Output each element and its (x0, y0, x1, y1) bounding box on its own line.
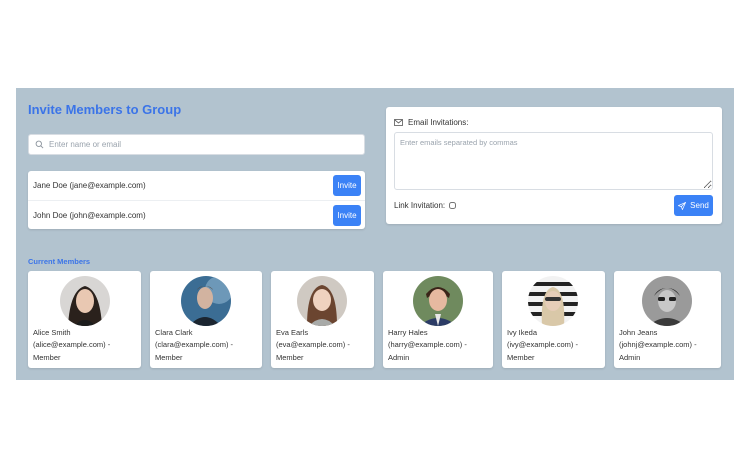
member-card: Eva Earls (eva@example.com) - Member (271, 271, 374, 368)
member-name: Clara Clark (155, 328, 193, 337)
current-members-title: Current Members (28, 257, 91, 266)
member-name: Alice Smith (33, 328, 71, 337)
result-label: John Doe (john@example.com) (33, 210, 146, 220)
member-role: Member (33, 352, 61, 362)
member-info: Ivy Ikeda (ivy@example.com) - Member (507, 327, 601, 364)
page-title: Invite Members to Group (28, 102, 182, 117)
email-invitation-card: Email Invitations: Link Invitation: Send (386, 107, 722, 224)
member-info: John Jeans (johnj@example.com) - Admin (619, 327, 717, 364)
send-button[interactable]: Send (674, 195, 713, 216)
member-email: (ivy@example.com) - (507, 340, 578, 350)
member-name: Eva Earls (276, 328, 309, 337)
member-info: Clara Clark (clara@example.com) - Member (155, 327, 258, 364)
email-invitations-label: Email Invitations: (394, 118, 468, 127)
member-card: Ivy Ikeda (ivy@example.com) - Member (502, 271, 605, 368)
emails-textarea[interactable] (394, 132, 713, 190)
member-name: John Jeans (619, 328, 658, 337)
member-role: Member (276, 352, 304, 362)
send-icon (678, 201, 687, 210)
member-email: (johnj@example.com) - (619, 340, 697, 350)
member-role: Admin (619, 352, 641, 362)
link-invitation-label: Link Invitation: (394, 201, 446, 210)
avatar (642, 276, 692, 326)
member-email: (eva@example.com) - (276, 340, 350, 350)
member-info: Harry Hales (harry@example.com) - Admin (388, 327, 489, 364)
result-label: Jane Doe (jane@example.com) (33, 181, 146, 190)
send-label: Send (690, 201, 709, 210)
member-email: (clara@example.com) - (155, 340, 234, 350)
invite-button[interactable]: Invite (333, 204, 361, 226)
member-card: John Jeans (johnj@example.com) - Admin (614, 271, 721, 368)
invite-button[interactable]: Invite (333, 175, 361, 196)
avatar (181, 276, 231, 326)
avatar (297, 276, 347, 326)
search-results: Jane Doe (jane@example.com) Invite John … (28, 171, 365, 229)
result-row: Jane Doe (jane@example.com) Invite (28, 171, 365, 200)
member-name: Ivy Ikeda (507, 328, 538, 337)
result-row: John Doe (john@example.com) Invite (28, 200, 365, 229)
avatar (413, 276, 463, 326)
member-role: Member (507, 352, 535, 362)
member-role: Admin (388, 352, 410, 362)
search-input[interactable] (49, 140, 349, 149)
search-box[interactable] (28, 134, 365, 155)
link-invitation-checkbox[interactable] (449, 202, 457, 209)
search-icon (35, 140, 44, 149)
member-email: (alice@example.com) - (33, 340, 111, 350)
member-role: Member (155, 352, 183, 362)
invite-panel: Invite Members to Group Jane Doe (jane@e… (16, 88, 734, 380)
email-label-text: Email Invitations: (408, 118, 469, 127)
avatar (60, 276, 110, 326)
member-info: Eva Earls (eva@example.com) - Member (276, 327, 370, 364)
member-card: Clara Clark (clara@example.com) - Member (150, 271, 262, 368)
member-card: Alice Smith (alice@example.com) - Member (28, 271, 141, 368)
member-email: (harry@example.com) - (388, 340, 467, 350)
link-invitation: Link Invitation: (394, 201, 457, 210)
avatar (528, 276, 578, 326)
member-info: Alice Smith (alice@example.com) - Member (33, 327, 137, 364)
member-card: Harry Hales (harry@example.com) - Admin (383, 271, 493, 368)
mail-icon (394, 119, 403, 126)
member-name: Harry Hales (388, 328, 428, 337)
